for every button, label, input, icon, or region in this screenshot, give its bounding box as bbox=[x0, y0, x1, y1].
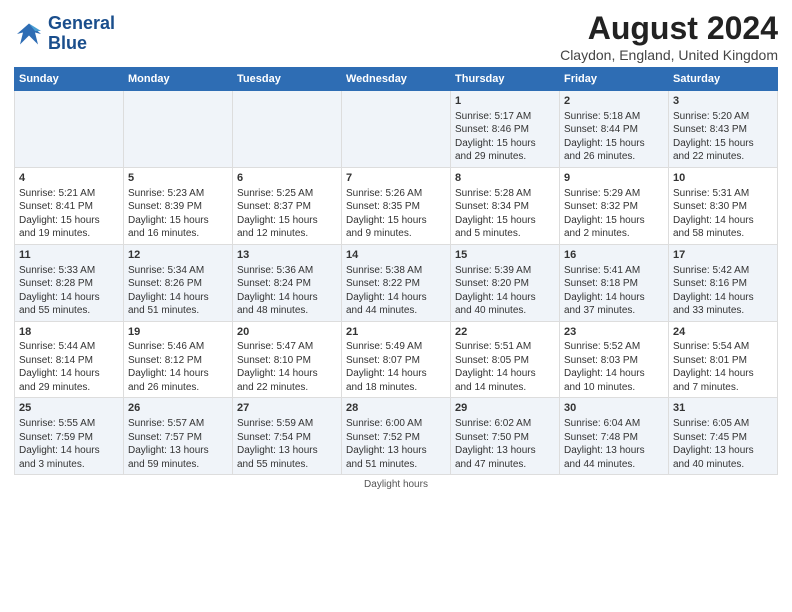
day-number: 11 bbox=[19, 248, 119, 263]
calendar-cell: 24Sunrise: 5:54 AMSunset: 8:01 PMDayligh… bbox=[669, 321, 778, 398]
calendar-cell: 29Sunrise: 6:02 AMSunset: 7:50 PMDayligh… bbox=[451, 398, 560, 475]
calendar-week-3: 11Sunrise: 5:33 AMSunset: 8:28 PMDayligh… bbox=[15, 244, 778, 321]
calendar-cell: 18Sunrise: 5:44 AMSunset: 8:14 PMDayligh… bbox=[15, 321, 124, 398]
day-number: 5 bbox=[128, 171, 228, 186]
day-number: 13 bbox=[237, 248, 337, 263]
day-number: 31 bbox=[673, 401, 773, 416]
calendar-week-2: 4Sunrise: 5:21 AMSunset: 8:41 PMDaylight… bbox=[15, 167, 778, 244]
calendar-cell: 27Sunrise: 5:59 AMSunset: 7:54 PMDayligh… bbox=[233, 398, 342, 475]
header-row-days: Sunday Monday Tuesday Wednesday Thursday… bbox=[15, 68, 778, 91]
calendar-cell: 19Sunrise: 5:46 AMSunset: 8:12 PMDayligh… bbox=[124, 321, 233, 398]
day-number: 18 bbox=[19, 325, 119, 340]
day-number: 6 bbox=[237, 171, 337, 186]
day-number: 21 bbox=[346, 325, 446, 340]
logo: General Blue bbox=[14, 14, 115, 54]
calendar-cell: 3Sunrise: 5:20 AMSunset: 8:43 PMDaylight… bbox=[669, 91, 778, 168]
day-number: 25 bbox=[19, 401, 119, 416]
col-tuesday: Tuesday bbox=[233, 68, 342, 91]
day-number: 16 bbox=[564, 248, 664, 263]
calendar-cell: 15Sunrise: 5:39 AMSunset: 8:20 PMDayligh… bbox=[451, 244, 560, 321]
calendar-cell: 11Sunrise: 5:33 AMSunset: 8:28 PMDayligh… bbox=[15, 244, 124, 321]
day-number: 12 bbox=[128, 248, 228, 263]
day-number: 27 bbox=[237, 401, 337, 416]
day-number: 1 bbox=[455, 94, 555, 109]
calendar-cell bbox=[233, 91, 342, 168]
calendar-week-1: 1Sunrise: 5:17 AMSunset: 8:46 PMDaylight… bbox=[15, 91, 778, 168]
day-number: 26 bbox=[128, 401, 228, 416]
main-container: General Blue August 2024 Claydon, Englan… bbox=[0, 0, 792, 496]
calendar-body: 1Sunrise: 5:17 AMSunset: 8:46 PMDaylight… bbox=[15, 91, 778, 475]
calendar-cell: 10Sunrise: 5:31 AMSunset: 8:30 PMDayligh… bbox=[669, 167, 778, 244]
calendar-cell: 7Sunrise: 5:26 AMSunset: 8:35 PMDaylight… bbox=[342, 167, 451, 244]
col-sunday: Sunday bbox=[15, 68, 124, 91]
calendar-cell: 21Sunrise: 5:49 AMSunset: 8:07 PMDayligh… bbox=[342, 321, 451, 398]
col-thursday: Thursday bbox=[451, 68, 560, 91]
calendar-cell: 28Sunrise: 6:00 AMSunset: 7:52 PMDayligh… bbox=[342, 398, 451, 475]
col-monday: Monday bbox=[124, 68, 233, 91]
calendar-cell: 8Sunrise: 5:28 AMSunset: 8:34 PMDaylight… bbox=[451, 167, 560, 244]
calendar-cell bbox=[15, 91, 124, 168]
day-number: 20 bbox=[237, 325, 337, 340]
calendar-cell: 1Sunrise: 5:17 AMSunset: 8:46 PMDaylight… bbox=[451, 91, 560, 168]
day-number: 15 bbox=[455, 248, 555, 263]
calendar-cell: 31Sunrise: 6:05 AMSunset: 7:45 PMDayligh… bbox=[669, 398, 778, 475]
day-number: 10 bbox=[673, 171, 773, 186]
day-number: 23 bbox=[564, 325, 664, 340]
logo-line1: General bbox=[48, 14, 115, 34]
calendar-cell: 23Sunrise: 5:52 AMSunset: 8:03 PMDayligh… bbox=[560, 321, 669, 398]
logo-line2: Blue bbox=[48, 34, 115, 54]
day-number: 14 bbox=[346, 248, 446, 263]
col-wednesday: Wednesday bbox=[342, 68, 451, 91]
calendar-header: Sunday Monday Tuesday Wednesday Thursday… bbox=[15, 68, 778, 91]
day-number: 30 bbox=[564, 401, 664, 416]
footer-daylight: Daylight hours bbox=[14, 479, 778, 490]
calendar-cell: 14Sunrise: 5:38 AMSunset: 8:22 PMDayligh… bbox=[342, 244, 451, 321]
calendar-cell: 13Sunrise: 5:36 AMSunset: 8:24 PMDayligh… bbox=[233, 244, 342, 321]
day-number: 2 bbox=[564, 94, 664, 109]
calendar-cell bbox=[342, 91, 451, 168]
calendar-cell: 26Sunrise: 5:57 AMSunset: 7:57 PMDayligh… bbox=[124, 398, 233, 475]
calendar-cell: 12Sunrise: 5:34 AMSunset: 8:26 PMDayligh… bbox=[124, 244, 233, 321]
calendar-cell: 20Sunrise: 5:47 AMSunset: 8:10 PMDayligh… bbox=[233, 321, 342, 398]
calendar-table: Sunday Monday Tuesday Wednesday Thursday… bbox=[14, 67, 778, 475]
day-number: 8 bbox=[455, 171, 555, 186]
calendar-cell: 9Sunrise: 5:29 AMSunset: 8:32 PMDaylight… bbox=[560, 167, 669, 244]
calendar-cell: 2Sunrise: 5:18 AMSunset: 8:44 PMDaylight… bbox=[560, 91, 669, 168]
day-number: 22 bbox=[455, 325, 555, 340]
day-number: 19 bbox=[128, 325, 228, 340]
day-number: 28 bbox=[346, 401, 446, 416]
col-friday: Friday bbox=[560, 68, 669, 91]
calendar-cell: 30Sunrise: 6:04 AMSunset: 7:48 PMDayligh… bbox=[560, 398, 669, 475]
calendar-week-5: 25Sunrise: 5:55 AMSunset: 7:59 PMDayligh… bbox=[15, 398, 778, 475]
day-number: 9 bbox=[564, 171, 664, 186]
location: Claydon, England, United Kingdom bbox=[560, 47, 778, 63]
col-saturday: Saturday bbox=[669, 68, 778, 91]
day-number: 7 bbox=[346, 171, 446, 186]
day-number: 4 bbox=[19, 171, 119, 186]
calendar-cell: 16Sunrise: 5:41 AMSunset: 8:18 PMDayligh… bbox=[560, 244, 669, 321]
header-row: General Blue August 2024 Claydon, Englan… bbox=[14, 10, 778, 63]
month-title: August 2024 bbox=[560, 10, 778, 47]
calendar-cell: 25Sunrise: 5:55 AMSunset: 7:59 PMDayligh… bbox=[15, 398, 124, 475]
day-number: 29 bbox=[455, 401, 555, 416]
calendar-cell: 17Sunrise: 5:42 AMSunset: 8:16 PMDayligh… bbox=[669, 244, 778, 321]
calendar-cell: 6Sunrise: 5:25 AMSunset: 8:37 PMDaylight… bbox=[233, 167, 342, 244]
calendar-week-4: 18Sunrise: 5:44 AMSunset: 8:14 PMDayligh… bbox=[15, 321, 778, 398]
calendar-cell bbox=[124, 91, 233, 168]
calendar-cell: 4Sunrise: 5:21 AMSunset: 8:41 PMDaylight… bbox=[15, 167, 124, 244]
title-block: August 2024 Claydon, England, United Kin… bbox=[560, 10, 778, 63]
calendar-cell: 22Sunrise: 5:51 AMSunset: 8:05 PMDayligh… bbox=[451, 321, 560, 398]
day-number: 24 bbox=[673, 325, 773, 340]
calendar-cell: 5Sunrise: 5:23 AMSunset: 8:39 PMDaylight… bbox=[124, 167, 233, 244]
logo-icon bbox=[14, 19, 44, 49]
day-number: 3 bbox=[673, 94, 773, 109]
day-number: 17 bbox=[673, 248, 773, 263]
logo-text: General Blue bbox=[48, 14, 115, 54]
